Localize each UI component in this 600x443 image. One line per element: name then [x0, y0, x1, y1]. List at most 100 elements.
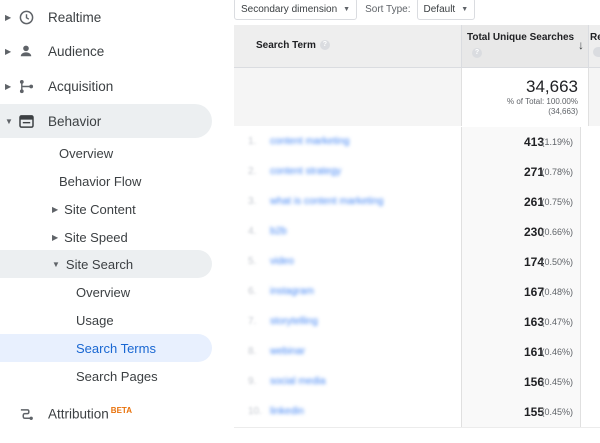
summary-total-count: (34,663) — [548, 107, 578, 116]
table-header: Search Term? Total Unique Searches ? ↓ R… — [234, 25, 600, 68]
help-icon[interactable]: ? — [319, 40, 330, 51]
behavior-flow[interactable]: Behavior Flow — [59, 167, 141, 195]
caret-right-icon: ▶ — [52, 204, 59, 214]
row-percent: (0.78%) — [541, 167, 573, 177]
attribution-icon — [18, 406, 34, 422]
site-search-label: Site Search — [65, 256, 134, 272]
row-value-cell: 413 (1.19%) — [461, 127, 581, 157]
site-search-usage-label: Usage — [76, 312, 114, 328]
search-terms-label: Search Terms — [76, 340, 156, 356]
help-icon — [593, 47, 600, 57]
acquisition-icon — [18, 78, 34, 94]
search-term-link[interactable]: storytelling — [270, 316, 318, 327]
caret-right-icon: ▶ — [52, 232, 59, 242]
search-terms[interactable]: Search Terms — [76, 334, 156, 362]
row-index: 7. — [248, 316, 257, 327]
sidebar: ▶ Realtime ▶ Audience ▶ Acquisition ▼ Be… — [0, 0, 226, 443]
header-search-term[interactable]: Search Term? — [256, 40, 330, 51]
table-row: 8. webinar 161 (0.46%) — [234, 337, 600, 368]
row-value-cell: 167 (0.48%) — [461, 277, 581, 307]
row-index: 4. — [248, 226, 257, 237]
table-row: 6. instagram 167 (0.48%) — [234, 277, 600, 308]
row-percent: (0.75%) — [541, 197, 573, 207]
table-row: 9. social media 156 (0.45%) — [234, 367, 600, 398]
help-icon[interactable]: ? — [472, 48, 482, 58]
site-search-usage[interactable]: Usage — [76, 306, 114, 334]
nav-realtime-label: Realtime — [48, 9, 102, 25]
table-row: 4. b2b 230 (0.66%) — [234, 217, 600, 248]
row-index: 6. — [248, 286, 257, 297]
table-row: 10. linkedin 155 (0.45%) — [234, 397, 600, 428]
row-index: 1. — [248, 136, 257, 147]
table-row: 3. what is content marketing 261 (0.75%) — [234, 187, 600, 218]
behavior-icon — [18, 113, 34, 129]
report-toolbar: Secondary dimension ▼ Sort Type: Default… — [234, 0, 476, 22]
search-term-link[interactable]: video — [270, 256, 294, 267]
search-pages[interactable]: Search Pages — [76, 362, 158, 390]
search-term-link[interactable]: b2b — [270, 226, 287, 237]
search-term-link[interactable]: what is content marketing — [270, 196, 383, 207]
chevron-down-icon: ▼ — [343, 5, 351, 13]
row-value-cell: 271 (0.78%) — [461, 157, 581, 187]
sort-type-value: Default — [423, 3, 456, 15]
nav-audience[interactable]: ▶ Audience — [0, 34, 212, 68]
site-search-overview[interactable]: Overview — [76, 278, 130, 306]
header-total-unique-searches[interactable]: Total Unique Searches ? ↓ — [461, 25, 589, 67]
table-row: 1. content marketing 413 (1.19%) — [234, 127, 600, 158]
row-value-cell: 230 (0.66%) — [461, 217, 581, 247]
row-percent: (0.50%) — [541, 257, 573, 267]
nav-acquisition-label: Acquisition — [48, 78, 114, 94]
behavior-overview[interactable]: Overview — [59, 139, 113, 167]
row-percent: (1.19%) — [541, 137, 573, 147]
row-index: 10. — [248, 406, 262, 417]
row-value-cell: 161 (0.46%) — [461, 337, 581, 367]
row-percent: (0.66%) — [541, 227, 573, 237]
row-index: 3. — [248, 196, 257, 207]
site-search[interactable]: ▼ Site Search — [52, 250, 133, 278]
attribution-text: Attribution — [48, 406, 109, 422]
row-value-cell: 155 (0.45%) — [461, 397, 581, 427]
nav-audience-label: Audience — [48, 43, 105, 59]
search-term-link[interactable]: linkedin — [270, 406, 304, 417]
header-total-label: Total Unique Searches — [467, 32, 575, 43]
nav-attribution-label: Attribution BETA — [48, 406, 132, 422]
secondary-dimension-label: Secondary dimension — [241, 3, 338, 15]
row-index: 5. — [248, 256, 257, 267]
row-value-cell: 156 (0.45%) — [461, 367, 581, 397]
caret-down-icon: ▼ — [5, 116, 13, 126]
search-term-link[interactable]: content marketing — [270, 136, 350, 147]
search-pages-label: Search Pages — [76, 368, 158, 384]
site-search-overview-label: Overview — [76, 284, 131, 300]
site-speed-label: Site Speed — [64, 229, 128, 245]
header-search-term-label: Search Term — [256, 40, 316, 51]
nav-behavior[interactable]: ▼ Behavior — [0, 104, 212, 138]
nav-attribution[interactable]: Attribution BETA — [0, 397, 212, 431]
nav-acquisition[interactable]: ▶ Acquisition — [0, 69, 212, 103]
caret-right-icon: ▶ — [5, 12, 12, 22]
site-content-label: Site Content — [64, 201, 136, 217]
row-percent: (0.48%) — [541, 287, 573, 297]
chevron-down-icon: ▼ — [461, 5, 469, 13]
header-next-column[interactable]: Re — [590, 32, 600, 43]
table-row: 7. storytelling 163 (0.47%) — [234, 307, 600, 338]
row-value-cell: 163 (0.47%) — [461, 307, 581, 337]
caret-right-icon: ▶ — [5, 81, 12, 91]
summary-row: 34,663 % of Total: 100.00% (34,663) — [234, 68, 600, 126]
search-term-link[interactable]: instagram — [270, 286, 314, 297]
row-percent: (0.45%) — [541, 407, 573, 417]
site-speed[interactable]: ▶ Site Speed — [52, 223, 128, 251]
site-content[interactable]: ▶ Site Content — [52, 195, 136, 223]
row-value-cell: 174 (0.50%) — [461, 247, 581, 277]
sort-type-select[interactable]: Default ▼ — [416, 0, 476, 20]
search-term-link[interactable]: social media — [270, 376, 326, 387]
summary-total-value: 34,663 — [526, 77, 578, 96]
search-term-link[interactable]: content strategy — [270, 166, 341, 177]
nav-realtime[interactable]: ▶ Realtime — [0, 0, 212, 34]
clock-icon — [18, 9, 34, 25]
search-term-link[interactable]: webinar — [270, 346, 305, 357]
sort-type-label: Sort Type: — [365, 3, 411, 15]
caret-right-icon: ▶ — [5, 46, 12, 56]
sort-arrow-down-icon[interactable]: ↓ — [578, 38, 584, 52]
secondary-dimension-select[interactable]: Secondary dimension ▼ — [234, 0, 358, 20]
table-row: 5. video 174 (0.50%) — [234, 247, 600, 278]
